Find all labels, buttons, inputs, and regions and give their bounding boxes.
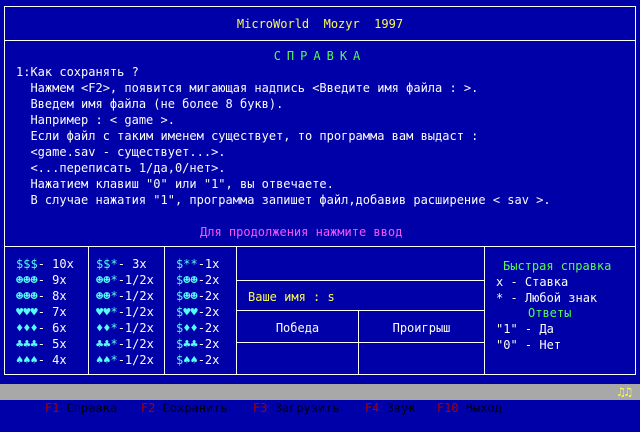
frame-top bbox=[4, 6, 636, 7]
app-title: MicroWorld Mozyr 1997 bbox=[236, 17, 404, 31]
menu-label: Выход bbox=[458, 401, 502, 415]
paytable-entry: ♠♠♠- 4x bbox=[16, 353, 67, 367]
paytable-entry: $♦♦-2x bbox=[176, 321, 220, 335]
help-line: Нажмем <F2>, появится мигающая надпись <… bbox=[16, 81, 479, 95]
music-note-icon: ♫♫ bbox=[617, 385, 632, 399]
paytable-entry: ♦♦*-1/2x bbox=[96, 321, 154, 335]
help-line: Если файл с таким именем существует, то … bbox=[16, 129, 479, 143]
menu-key: F10 bbox=[436, 401, 459, 415]
help-line: 1:Как сохранять ? bbox=[16, 65, 139, 79]
help-line: Например : < game >. bbox=[16, 113, 175, 127]
menu-sound[interactable]: F4 Звук bbox=[336, 384, 416, 432]
menu-key: F3 bbox=[252, 401, 268, 415]
paytable-entry: $☻☻-2x bbox=[176, 273, 220, 287]
frame-bottom bbox=[4, 374, 636, 375]
help-line: В случае нажатия "1", программа запишет … bbox=[16, 193, 551, 207]
help-line: <game.sav - существует...>. bbox=[16, 145, 226, 159]
continue-prompt: Для продолжения нажмите ввод bbox=[200, 225, 403, 239]
menu-key: F2 bbox=[140, 401, 156, 415]
paytable-entry: ♠♠*-1/2x bbox=[96, 353, 154, 367]
menu-load[interactable]: F3 Загрузить bbox=[224, 384, 340, 432]
paytable-entry: $$*- 3x bbox=[96, 257, 147, 271]
paytable-entry: $♥♥-2x bbox=[176, 305, 220, 319]
paytable-entry: $**-1x bbox=[176, 257, 220, 271]
quick-help-line: x - Ставка bbox=[496, 275, 569, 289]
player-name[interactable]: Ваше имя : s bbox=[248, 289, 335, 305]
paytable-entry: $♣♣-2x bbox=[176, 337, 220, 351]
paytable-entry: $☻☻-2x bbox=[176, 289, 220, 303]
paytable-entry: $♠♠-2x bbox=[176, 353, 220, 367]
menu-label: Загрузить bbox=[267, 401, 340, 415]
paytable-entry: ♥♥*-1/2x bbox=[96, 305, 154, 319]
menu-save[interactable]: F2 Сохранить bbox=[112, 384, 228, 432]
divider-name-top bbox=[236, 280, 484, 281]
menu-exit[interactable]: F10 Выход bbox=[408, 384, 502, 432]
help-line: Введем имя файла (не более 8 букв). bbox=[16, 97, 284, 111]
divider-pay-1 bbox=[88, 246, 89, 374]
wins-label: Победа bbox=[275, 321, 320, 335]
menu-key: F1 bbox=[44, 401, 60, 415]
frame-mid bbox=[4, 246, 636, 247]
help-line: Нажатием клавиш "0" или "1", вы отвечает… bbox=[16, 177, 334, 191]
divider-center-right bbox=[484, 246, 485, 374]
paytable-entry: ☻☻☻- 9x bbox=[16, 273, 67, 287]
divider-result-bottom bbox=[236, 342, 484, 343]
quick-help-title: Быстрая справка bbox=[503, 259, 612, 273]
help-title: СПРАВКА bbox=[273, 49, 367, 63]
menu-label: Справка bbox=[59, 401, 118, 415]
paytable-entry: ♥♥♥- 7x bbox=[16, 305, 67, 319]
answer-yes: "1" - Да bbox=[496, 322, 554, 336]
help-line: <...переписать 1/да,0/нет>. bbox=[16, 161, 226, 175]
divider-name-bottom bbox=[236, 310, 484, 311]
menu-label: Сохранить bbox=[155, 401, 228, 415]
paytable-entry: ♣♣*-1/2x bbox=[96, 337, 154, 351]
paytable-entry: $$$- 10x bbox=[16, 257, 74, 271]
paytable-entry: ☻☻*-1/2x bbox=[96, 273, 154, 287]
paytable-entry: ♦♦♦- 6x bbox=[16, 321, 67, 335]
paytable-entry: ☻☻☻- 8x bbox=[16, 289, 67, 303]
answers-title: Ответы bbox=[528, 306, 572, 320]
losses-label: Проигрыш bbox=[392, 321, 451, 335]
quick-help-line: * - Любой знак bbox=[496, 291, 598, 305]
paytable-entry: ♣♣♣- 5x bbox=[16, 337, 67, 351]
divider-pay-2 bbox=[164, 246, 165, 374]
answer-no: "0" - Нет bbox=[496, 338, 562, 352]
frame-top-inner bbox=[4, 40, 636, 41]
paytable-entry: ☻☻*-1/2x bbox=[96, 289, 154, 303]
menu-bar: F1 Справка F2 Сохранить F3 Загрузить F4 … bbox=[0, 384, 640, 415]
menu-key: F4 bbox=[364, 401, 380, 415]
menu-help[interactable]: F1 Справка bbox=[16, 384, 117, 432]
